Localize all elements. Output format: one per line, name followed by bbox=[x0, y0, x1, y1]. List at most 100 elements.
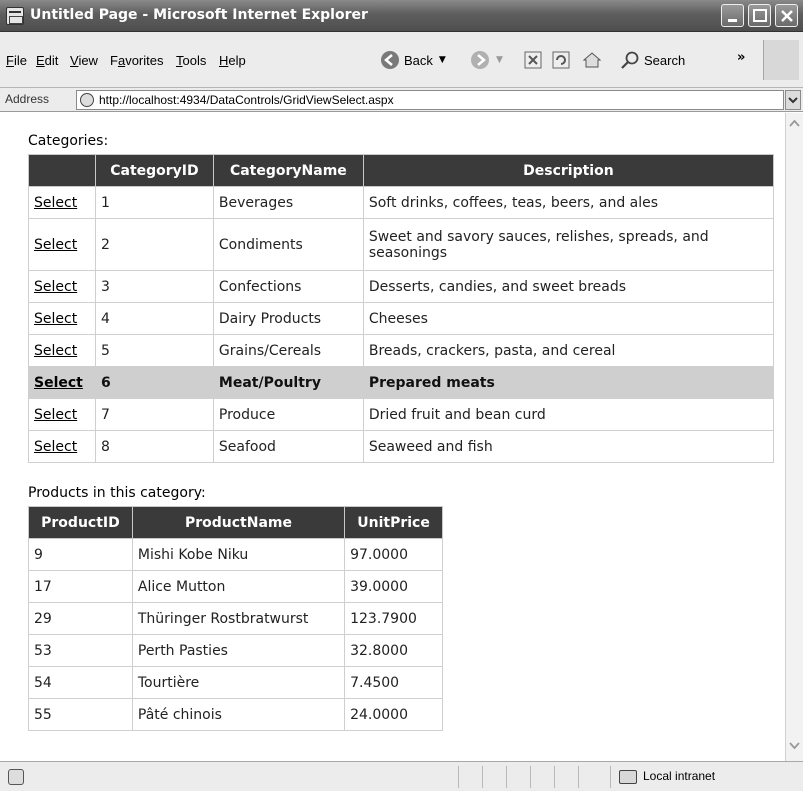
vertical-scrollbar[interactable] bbox=[785, 113, 803, 761]
unit-price-cell: 39.0000 bbox=[344, 570, 443, 603]
status-divider bbox=[458, 766, 459, 788]
address-url: http://localhost:4934/DataControls/GridV… bbox=[99, 93, 394, 107]
category-name-cell: Meat/Poultry bbox=[212, 366, 364, 399]
menu-file[interactable]: File bbox=[6, 53, 27, 68]
select-cell: Select bbox=[28, 334, 96, 367]
categories-header-row: CategoryID CategoryName Description bbox=[28, 154, 775, 187]
header-unit-price[interactable]: UnitPrice bbox=[344, 506, 443, 539]
select-link[interactable]: Select bbox=[34, 237, 77, 253]
description-cell: Soft drinks, coffees, teas, beers, and a… bbox=[362, 186, 775, 219]
description-cell: Desserts, candies, and sweet breads bbox=[362, 270, 775, 303]
menu-tools[interactable]: Tools bbox=[176, 53, 206, 68]
category-name-cell: Beverages bbox=[212, 186, 364, 219]
search-button[interactable]: Search bbox=[620, 48, 685, 72]
forward-dropdown-icon[interactable]: ▼ bbox=[496, 55, 503, 65]
product-name-cell: Thüringer Rostbratwurst bbox=[131, 602, 346, 635]
minimize-icon bbox=[728, 19, 737, 22]
products-label: Products in this category: bbox=[28, 485, 206, 501]
category-id-cell: 1 bbox=[94, 186, 214, 219]
category-id-cell: 3 bbox=[94, 270, 214, 303]
status-divider bbox=[610, 766, 611, 788]
scroll-up-icon bbox=[789, 119, 800, 127]
title-bar: Untitled Page - Microsoft Internet Explo… bbox=[0, 0, 803, 32]
category-row: Select 7 Produce Dried fruit and bean curd bbox=[28, 398, 775, 431]
product-name-cell: Perth Pasties bbox=[131, 634, 346, 667]
page-icon bbox=[80, 93, 94, 107]
products-grid: ProductID ProductName UnitPrice 9 Mishi K… bbox=[28, 506, 443, 731]
unit-price-cell: 97.0000 bbox=[344, 538, 443, 571]
close-icon bbox=[781, 10, 793, 22]
product-name-cell: Pâté chinois bbox=[131, 698, 346, 731]
maximize-button[interactable] bbox=[748, 4, 771, 27]
status-divider bbox=[482, 766, 483, 788]
unit-price-cell: 7.4500 bbox=[344, 666, 443, 699]
category-name-cell: Confections bbox=[212, 270, 364, 303]
ie-app-icon bbox=[6, 7, 24, 25]
menu-bar: File Edit View Favorites Tools Help Back… bbox=[0, 32, 803, 88]
close-button[interactable] bbox=[775, 4, 798, 27]
product-row: 9 Mishi Kobe Niku 97.0000 bbox=[28, 538, 443, 571]
header-product-id[interactable]: ProductID bbox=[28, 506, 133, 539]
toolbar-overflow-chevron-icon[interactable]: » bbox=[737, 50, 745, 65]
address-label: Address bbox=[5, 92, 50, 106]
back-dropdown-icon[interactable]: ▼ bbox=[439, 55, 446, 65]
select-link[interactable]: Select bbox=[34, 311, 77, 327]
product-id-cell: 17 bbox=[28, 570, 133, 603]
select-link[interactable]: Select bbox=[34, 343, 77, 359]
description-cell: Sweet and savory sauces, relishes, sprea… bbox=[362, 218, 775, 271]
back-button[interactable]: Back ▼ bbox=[380, 48, 446, 72]
header-product-name[interactable]: ProductName bbox=[131, 506, 346, 539]
description-cell: Seaweed and fish bbox=[362, 430, 775, 463]
unit-price-cell: 32.8000 bbox=[344, 634, 443, 667]
header-category-name[interactable]: CategoryName bbox=[212, 154, 364, 187]
stop-icon bbox=[524, 51, 542, 69]
select-link[interactable]: Select bbox=[34, 375, 83, 391]
refresh-icon bbox=[552, 51, 570, 69]
menu-view[interactable]: View bbox=[70, 53, 98, 68]
address-input[interactable]: http://localhost:4934/DataControls/GridV… bbox=[76, 90, 784, 110]
select-link[interactable]: Select bbox=[34, 439, 77, 455]
address-dropdown-button[interactable] bbox=[785, 90, 801, 110]
category-id-cell: 7 bbox=[94, 398, 214, 431]
home-button[interactable] bbox=[582, 48, 602, 72]
header-description[interactable]: Description bbox=[362, 154, 775, 187]
category-name-cell: Seafood bbox=[212, 430, 364, 463]
menu-favorites[interactable]: Favorites bbox=[110, 53, 163, 68]
category-name-cell: Dairy Products bbox=[212, 302, 364, 335]
menu-help[interactable]: Help bbox=[219, 53, 246, 68]
select-link[interactable]: Select bbox=[34, 195, 77, 211]
category-id-cell: 2 bbox=[94, 218, 214, 271]
page-content: Categories: CategoryID CategoryName Desc… bbox=[0, 113, 785, 761]
zone-label: Local intranet bbox=[643, 769, 716, 783]
refresh-button[interactable] bbox=[552, 48, 570, 72]
product-name-cell: Tourtière bbox=[131, 666, 346, 699]
category-name-cell: Grains/Cereals bbox=[212, 334, 364, 367]
header-category-id[interactable]: CategoryID bbox=[94, 154, 214, 187]
category-name-cell: Condiments bbox=[212, 218, 364, 271]
product-id-cell: 9 bbox=[28, 538, 133, 571]
category-row: Select 5 Grains/Cereals Breads, crackers, p… bbox=[28, 334, 775, 367]
stop-button[interactable] bbox=[524, 48, 542, 72]
intranet-zone-icon bbox=[619, 770, 637, 784]
product-row: 54 Tourtière 7.4500 bbox=[28, 666, 443, 699]
menu-edit[interactable]: Edit bbox=[36, 53, 58, 68]
page-status-icon bbox=[8, 769, 24, 785]
forward-button[interactable]: ▼ bbox=[470, 48, 503, 72]
description-cell: Breads, crackers, pasta, and cereal bbox=[362, 334, 775, 367]
address-bar: Address http://localhost:4934/DataContro… bbox=[0, 88, 803, 112]
product-row: 53 Perth Pasties 32.8000 bbox=[28, 634, 443, 667]
product-name-cell: Alice Mutton bbox=[131, 570, 346, 603]
select-link[interactable]: Select bbox=[34, 407, 77, 423]
category-id-cell: 4 bbox=[94, 302, 214, 335]
window-title: Untitled Page - Microsoft Internet Explo… bbox=[30, 7, 368, 23]
select-link[interactable]: Select bbox=[34, 279, 77, 295]
product-id-cell: 54 bbox=[28, 666, 133, 699]
home-icon bbox=[582, 52, 602, 68]
status-divider bbox=[554, 766, 555, 788]
minimize-button[interactable] bbox=[721, 4, 744, 27]
description-cell: Cheeses bbox=[362, 302, 775, 335]
product-name-cell: Mishi Kobe Niku bbox=[131, 538, 346, 571]
back-arrow-icon bbox=[381, 51, 399, 69]
product-row: 17 Alice Mutton 39.0000 bbox=[28, 570, 443, 603]
search-icon bbox=[621, 51, 639, 69]
